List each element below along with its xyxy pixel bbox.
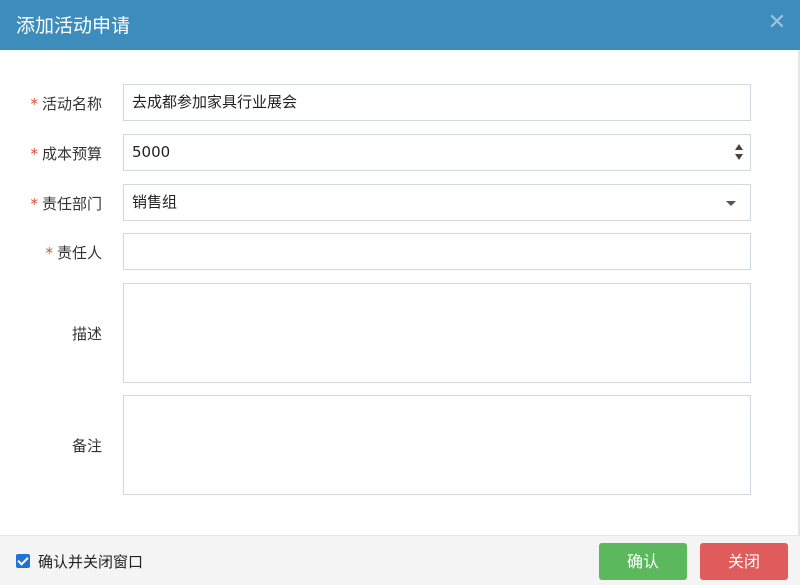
activity-name-label: * 活动名称 bbox=[30, 95, 102, 113]
department-select[interactable]: 销售组 bbox=[123, 184, 751, 221]
remark-label: 备注 bbox=[71, 437, 102, 455]
number-spinner[interactable] bbox=[734, 144, 744, 162]
activity-name-input[interactable]: 去成都参加家具行业展会 bbox=[123, 84, 751, 121]
confirm-button[interactable]: 确认 bbox=[599, 543, 687, 580]
dialog-title: 添加活动申请 bbox=[16, 15, 131, 37]
spinner-down-icon[interactable] bbox=[735, 154, 743, 160]
department-label: * 责任部门 bbox=[30, 195, 102, 213]
dialog-footer: 确认并关闭窗口 确认 关闭 bbox=[0, 535, 800, 585]
description-label: 描述 bbox=[71, 325, 102, 343]
owner-input[interactable] bbox=[123, 233, 751, 270]
required-mark: * bbox=[45, 244, 53, 262]
chevron-down-icon[interactable] bbox=[726, 201, 736, 206]
close-after-confirm-checkbox[interactable] bbox=[16, 554, 30, 568]
required-mark: * bbox=[30, 145, 38, 163]
remark-textarea[interactable] bbox=[123, 395, 751, 495]
close-button[interactable]: 关闭 bbox=[700, 543, 788, 580]
description-textarea[interactable] bbox=[123, 283, 751, 383]
spinner-up-icon[interactable] bbox=[735, 144, 743, 150]
owner-label: * 责任人 bbox=[45, 244, 102, 262]
dialog-titlebar: 添加活动申请 ✕ bbox=[0, 0, 800, 50]
budget-label: * 成本预算 bbox=[30, 145, 102, 163]
close-icon[interactable]: ✕ bbox=[766, 12, 788, 34]
required-mark: * bbox=[30, 195, 38, 213]
checkbox-label[interactable]: 确认并关闭窗口 bbox=[38, 551, 143, 572]
budget-number-input[interactable]: 5000 bbox=[123, 134, 751, 171]
budget-value: 5000 bbox=[132, 143, 171, 161]
required-mark: * bbox=[30, 95, 38, 113]
department-selected-value: 销售组 bbox=[132, 193, 178, 211]
